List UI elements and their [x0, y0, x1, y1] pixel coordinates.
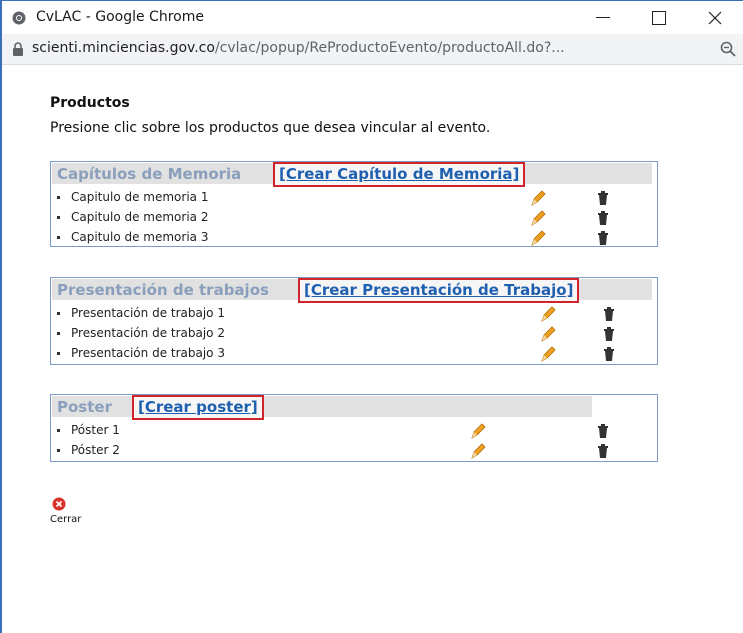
- minimize-icon: [596, 17, 610, 18]
- section-header: Presentación de trabajos [Crear Presenta…: [52, 278, 652, 303]
- pencil-icon[interactable]: [469, 422, 487, 440]
- section-title: Presentación de trabajos: [57, 281, 269, 299]
- create-poster-link[interactable]: [Crear poster]: [132, 395, 264, 420]
- url-path: /cvlac/popup/ReProductoEvento/productoAl…: [214, 40, 565, 56]
- pencil-icon[interactable]: [529, 229, 547, 247]
- create-capitulo-link[interactable]: [Crear Capítulo de Memoria]: [273, 162, 526, 187]
- url-text[interactable]: scienti.minciencias.gov.co/cvlac/popup/R…: [32, 40, 565, 56]
- trash-icon[interactable]: [603, 327, 615, 341]
- address-bar[interactable]: scienti.minciencias.gov.co/cvlac/popup/R…: [2, 34, 743, 65]
- trash-icon[interactable]: [597, 424, 609, 438]
- trash-icon[interactable]: [597, 231, 609, 245]
- close-window-button[interactable]: [692, 1, 738, 34]
- close-circle-icon[interactable]: [52, 497, 66, 511]
- lock-icon: [13, 42, 23, 56]
- page-title: Productos: [50, 95, 130, 111]
- trash-icon[interactable]: [597, 191, 609, 205]
- pencil-icon[interactable]: [539, 305, 557, 323]
- list-item[interactable]: Capitulo de memoria 2: [57, 208, 655, 228]
- section-presentacion-trabajos: Presentación de trabajos [Crear Presenta…: [50, 277, 658, 365]
- window-titlebar[interactable]: CvLAC - Google Chrome: [2, 1, 743, 34]
- bullet-icon: [57, 429, 60, 432]
- bullet-icon: [57, 312, 60, 315]
- window-title: CvLAC - Google Chrome: [36, 9, 204, 25]
- trash-icon[interactable]: [603, 347, 615, 361]
- item-label[interactable]: Capitulo de memoria 2: [71, 210, 208, 224]
- zoom-icon[interactable]: [720, 41, 736, 57]
- section-header: Capítulos de Memoria [Crear Capítulo de …: [52, 162, 652, 187]
- maximize-icon: [652, 10, 666, 25]
- trash-icon[interactable]: [597, 444, 609, 458]
- section-title: Poster: [57, 398, 112, 416]
- pencil-icon[interactable]: [469, 442, 487, 460]
- item-label[interactable]: Presentación de trabajo 3: [71, 346, 225, 360]
- bullet-icon: [57, 449, 60, 452]
- list-item[interactable]: Presentación de trabajo 1: [57, 304, 655, 324]
- bullet-icon: [57, 352, 60, 355]
- item-list: Póster 1 Póster 2: [57, 421, 655, 461]
- item-list: Presentación de trabajo 1 Presentación d…: [57, 304, 655, 364]
- pencil-icon[interactable]: [529, 189, 547, 207]
- item-label[interactable]: Presentación de trabajo 1: [71, 306, 225, 320]
- list-item[interactable]: Póster 2: [57, 441, 655, 461]
- list-item[interactable]: Póster 1: [57, 421, 655, 441]
- chrome-icon: [12, 11, 26, 25]
- item-list: Capitulo de memoria 1 Capitulo de memori…: [57, 188, 655, 248]
- trash-icon[interactable]: [597, 211, 609, 225]
- item-label[interactable]: Presentación de trabajo 2: [71, 326, 225, 340]
- item-label[interactable]: Póster 2: [71, 443, 120, 457]
- bullet-icon: [57, 196, 60, 199]
- list-item[interactable]: Presentación de trabajo 2: [57, 324, 655, 344]
- close-label[interactable]: Cerrar: [50, 514, 81, 525]
- list-item[interactable]: Capitulo de memoria 1: [57, 188, 655, 208]
- item-label[interactable]: Póster 1: [71, 423, 120, 437]
- section-title: Capítulos de Memoria: [57, 165, 242, 183]
- close-button[interactable]: Cerrar: [50, 497, 90, 533]
- maximize-button[interactable]: [636, 1, 682, 34]
- pencil-icon[interactable]: [539, 345, 557, 363]
- bullet-icon: [57, 332, 60, 335]
- bullet-icon: [57, 216, 60, 219]
- item-label[interactable]: Capitulo de memoria 1: [71, 190, 208, 204]
- trash-icon[interactable]: [603, 307, 615, 321]
- create-presentacion-link[interactable]: [Crear Presentación de Trabajo]: [298, 278, 580, 303]
- pencil-icon[interactable]: [529, 209, 547, 227]
- page-content: Productos Presione clic sobre los produc…: [2, 65, 743, 633]
- section-poster: Poster [Crear poster] Póster 1 Póster 2: [50, 394, 658, 462]
- minimize-button[interactable]: [580, 1, 626, 34]
- list-item[interactable]: Presentación de trabajo 3: [57, 344, 655, 364]
- close-icon: [708, 11, 722, 24]
- section-header: Poster [Crear poster]: [52, 395, 592, 420]
- list-item[interactable]: Capitulo de memoria 3: [57, 228, 655, 248]
- instruction-text: Presione clic sobre los productos que de…: [50, 120, 491, 136]
- item-label[interactable]: Capitulo de memoria 3: [71, 230, 208, 244]
- section-capitulos-memoria: Capítulos de Memoria [Crear Capítulo de …: [50, 161, 658, 247]
- pencil-icon[interactable]: [539, 325, 557, 343]
- url-host: scienti.minciencias.gov.co: [32, 40, 215, 56]
- bullet-icon: [57, 236, 60, 239]
